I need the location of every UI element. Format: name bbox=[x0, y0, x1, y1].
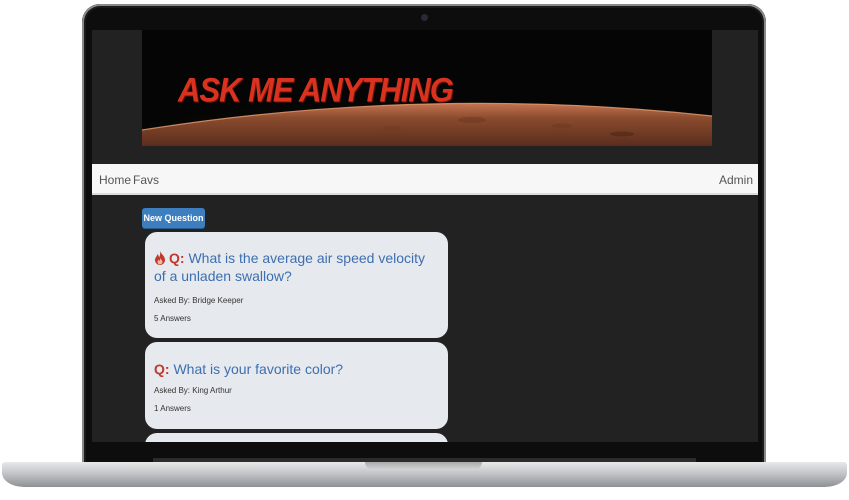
header-banner: ASK ME ANYTHING bbox=[142, 30, 712, 146]
flame-icon bbox=[154, 251, 166, 268]
laptop-notch bbox=[365, 462, 482, 470]
question-title[interactable]: Q: What is your favorite color? bbox=[154, 361, 439, 377]
nav-home-link[interactable]: Home bbox=[99, 173, 131, 187]
asked-by: Asked By: Bridge Keeper bbox=[154, 296, 244, 305]
answer-count: 5 Answers bbox=[154, 314, 191, 323]
navbar: Home Favs Admin bbox=[92, 164, 758, 195]
answer-count: 1 Answers bbox=[154, 404, 191, 413]
question-text: What is your favorite color? bbox=[173, 361, 344, 377]
question-card[interactable]: Q: What is the average air speed velocit… bbox=[145, 232, 448, 338]
asked-by: Asked By: King Arthur bbox=[154, 386, 232, 395]
banner-side-left bbox=[92, 30, 142, 164]
new-question-button[interactable]: New Question bbox=[142, 208, 205, 228]
question-title[interactable]: Q: What is the average air speed velocit… bbox=[154, 250, 439, 284]
question-text: What is the average air speed velocity o… bbox=[154, 250, 426, 284]
question-prefix: Q: bbox=[169, 250, 185, 266]
question-card-partial[interactable] bbox=[145, 433, 448, 442]
nav-favs-link[interactable]: Favs bbox=[133, 173, 159, 187]
screen: ASK ME ANYTHING Home Favs Admin New Ques… bbox=[92, 30, 758, 442]
banner-side-right bbox=[712, 30, 758, 164]
question-card[interactable]: Q: What is your favorite color? Asked By… bbox=[145, 342, 448, 429]
camera-icon bbox=[421, 14, 428, 21]
nav-admin-link[interactable]: Admin bbox=[719, 173, 753, 187]
question-prefix: Q: bbox=[154, 361, 170, 377]
site-title: ASK ME ANYTHING bbox=[178, 70, 454, 110]
